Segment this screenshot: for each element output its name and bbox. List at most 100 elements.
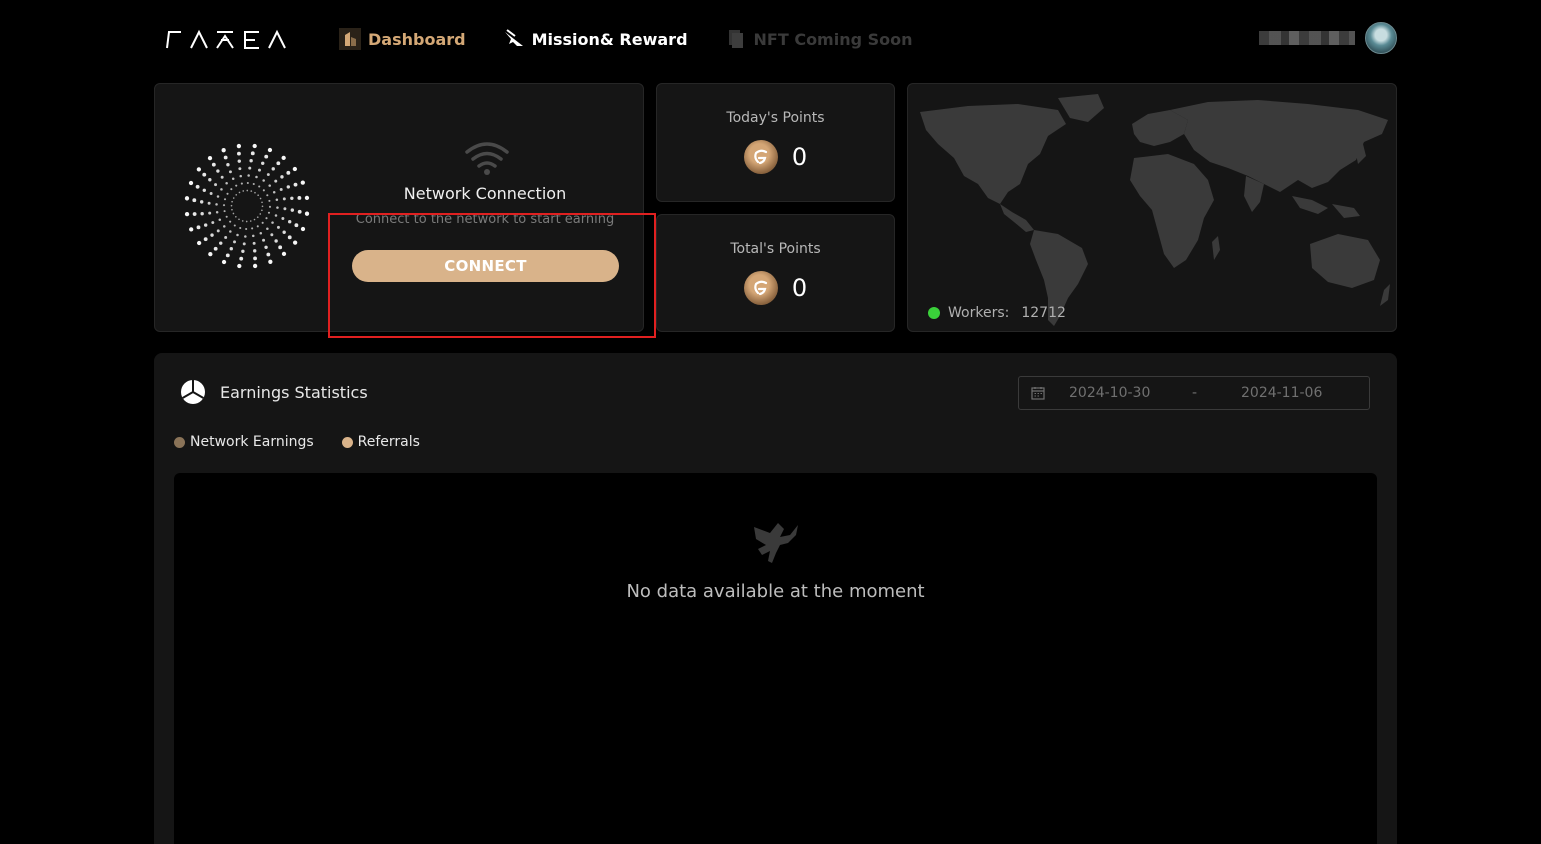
- spiral-dot: [264, 245, 268, 250]
- spiral-dot: [249, 158, 253, 163]
- spiral-dot: [235, 184, 238, 187]
- date-end-input[interactable]: 2024-11-06: [1241, 385, 1322, 401]
- todays-points-card: Today's Points 0: [656, 83, 895, 202]
- spiral-dot: [231, 177, 235, 181]
- pegasus-icon: [754, 523, 798, 563]
- spiral-dot: [211, 162, 216, 167]
- spiral-dot: [246, 189, 249, 192]
- spiral-dot: [225, 182, 228, 185]
- spiral-dot: [294, 223, 299, 228]
- legend-referrals[interactable]: Referrals: [341, 434, 420, 450]
- spiral-dot: [282, 197, 286, 201]
- spiral-dot: [250, 151, 255, 156]
- spiral-dot: [237, 151, 241, 156]
- spiral-dot: [281, 155, 286, 161]
- spiral-dot: [297, 196, 302, 200]
- spiral-dot: [292, 166, 298, 172]
- spiral-dot: [238, 191, 241, 194]
- spiral-dot: [250, 190, 253, 192]
- spiral-dot: [283, 207, 287, 211]
- spiral-dot: [230, 204, 233, 207]
- spiral-dot: [288, 220, 292, 224]
- todays-points-label: Today's Points: [726, 110, 825, 126]
- spiral-dot: [215, 203, 218, 206]
- nav-dashboard[interactable]: Dashboard: [338, 27, 466, 51]
- spiral-dot: [304, 195, 310, 201]
- spiral-dot: [293, 182, 298, 187]
- spiral-dot: [195, 184, 200, 189]
- spiral-dot: [237, 159, 241, 163]
- online-dot-icon: [928, 307, 940, 319]
- spiral-dot: [300, 226, 306, 232]
- spiral-dot: [231, 208, 233, 211]
- spiral-dot: [237, 263, 242, 269]
- gaiea-logo[interactable]: [165, 28, 287, 50]
- network-subtitle: Connect to the network to start earning: [355, 212, 615, 227]
- spiral-dot: [203, 223, 208, 227]
- spiral-dot: [267, 147, 273, 153]
- spiral-dot: [223, 198, 227, 201]
- spiral-dot: [278, 245, 283, 250]
- spiral-dot: [261, 161, 265, 165]
- spiral-dot: [274, 239, 278, 243]
- spiral-dot: [221, 148, 226, 153]
- spiral-dot: [209, 192, 213, 195]
- logo-wordmark: [166, 29, 286, 49]
- spiral-dot: [188, 180, 194, 186]
- avatar[interactable]: [1365, 22, 1397, 54]
- spiral-dot: [253, 218, 256, 221]
- spiral-dot: [248, 166, 252, 170]
- spiral-dot: [241, 249, 245, 254]
- user-menu[interactable]: [1259, 22, 1397, 54]
- spiral-dot: [252, 182, 255, 186]
- workers-label: Workers:: [948, 305, 1010, 321]
- spiral-dot: [236, 233, 239, 237]
- spiral-dot: [256, 225, 259, 228]
- nav-mission-reward[interactable]: Mission& Reward: [502, 27, 688, 51]
- legend-network-earnings[interactable]: Network Earnings: [174, 434, 314, 450]
- spiral-dot: [220, 175, 224, 179]
- spiral-dot: [280, 175, 284, 179]
- spiral-dot: [253, 256, 257, 261]
- spiral-dot: [272, 190, 276, 194]
- world-map: [920, 94, 1390, 326]
- spiral-dot: [300, 180, 305, 185]
- nav-dashboard-label: Dashboard: [368, 29, 466, 49]
- spiral-dot: [259, 231, 263, 235]
- legend-swatch: [341, 436, 353, 448]
- spiral-dot: [238, 167, 242, 171]
- spiral-dot: [279, 187, 283, 191]
- spiral-dot: [261, 205, 264, 208]
- spiral-dot: [268, 184, 271, 187]
- spiral-dot: [261, 209, 263, 212]
- earnings-title: Earnings Statistics: [220, 382, 368, 402]
- workers-count: 12712: [1021, 305, 1066, 321]
- spiral-dot: [245, 220, 248, 223]
- spiral-dot: [208, 178, 212, 182]
- user-name-redacted: [1259, 31, 1355, 45]
- spiral-dot: [266, 227, 269, 230]
- spiral-dot: [207, 201, 211, 205]
- connect-button[interactable]: CONNECT: [352, 250, 619, 282]
- spiral-dot: [239, 174, 242, 178]
- spiral-dot: [220, 188, 223, 191]
- spiral-dot: [236, 143, 242, 149]
- spiral-dot: [271, 167, 275, 171]
- spiral-dot: [199, 200, 204, 204]
- spiral-dot: [252, 241, 256, 245]
- spiral-dot: [235, 215, 237, 218]
- spiral-dot: [238, 218, 240, 221]
- nav-nft: NFT Coming Soon: [724, 27, 913, 51]
- spiral-dot: [270, 233, 274, 237]
- spiral-dot: [259, 197, 262, 200]
- spiral-dot: [286, 185, 291, 189]
- spiral-dot: [281, 217, 285, 220]
- spiral-dot: [229, 230, 232, 233]
- main-nav: Dashboard Mission& Reward NFT Coming Soo…: [338, 26, 949, 52]
- date-start-input[interactable]: 2024-10-30: [1069, 385, 1150, 401]
- spiral-dot: [223, 225, 226, 228]
- spiral-dot: [261, 201, 263, 204]
- total-points-label: Total's Points: [730, 241, 821, 257]
- date-range-picker[interactable]: 2024-10-30 - 2024-11-06: [1018, 376, 1370, 410]
- spiral-dot: [203, 237, 208, 242]
